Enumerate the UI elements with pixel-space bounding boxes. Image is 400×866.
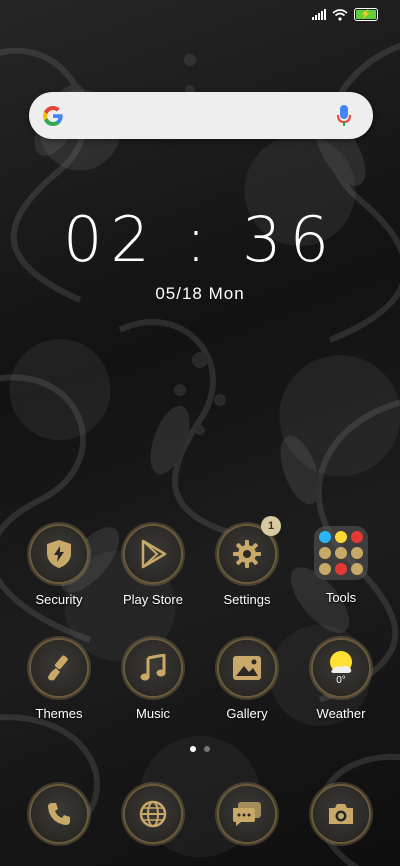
paintbrush-icon	[31, 640, 87, 696]
app-label: Tools	[325, 590, 357, 605]
page-dot-active[interactable]	[190, 746, 196, 752]
chat-icon	[219, 786, 275, 842]
app-label: Music	[136, 706, 170, 721]
app-themes[interactable]: Themes	[19, 640, 99, 721]
weather-sun-icon: 0°	[313, 640, 369, 696]
app-play-store[interactable]: Play Store	[113, 526, 193, 607]
image-icon	[219, 640, 275, 696]
play-store-icon	[125, 526, 181, 582]
dock-camera[interactable]	[301, 786, 381, 842]
clock-date[interactable]: 05/18 Mon	[0, 284, 400, 304]
dock-phone[interactable]	[19, 786, 99, 842]
folder-icon	[314, 526, 368, 580]
app-label: Themes	[35, 706, 83, 721]
app-weather[interactable]: 0° Weather	[301, 640, 381, 721]
status-bar: ⚡	[312, 8, 378, 21]
app-settings[interactable]: 1 Settings	[207, 516, 287, 607]
shield-bolt-icon	[31, 526, 87, 582]
microphone-icon[interactable]	[337, 105, 351, 127]
wifi-icon	[332, 8, 348, 21]
notification-badge: 1	[261, 516, 281, 536]
app-music[interactable]: Music	[113, 640, 193, 721]
page-dot[interactable]	[204, 746, 210, 752]
globe-icon	[125, 786, 181, 842]
app-security[interactable]: Security	[19, 526, 99, 607]
app-label: Gallery	[226, 706, 268, 721]
dock-browser[interactable]	[113, 786, 193, 842]
app-label: Play Store	[123, 592, 183, 607]
app-label: Security	[35, 592, 83, 607]
gear-icon: 1	[219, 516, 281, 582]
app-gallery[interactable]: Gallery	[207, 640, 287, 721]
camera-icon	[313, 786, 369, 842]
folder-tools[interactable]: Tools	[301, 526, 381, 605]
dock-messages[interactable]	[207, 786, 287, 842]
google-logo-icon	[43, 106, 63, 126]
app-label: Settings	[223, 592, 271, 607]
battery-charging-icon: ⚡	[354, 8, 378, 21]
weather-temperature: 0°	[336, 675, 346, 686]
page-indicator	[0, 746, 400, 752]
google-search-bar[interactable]	[29, 92, 373, 139]
clock-time[interactable]: 02 : 36	[0, 205, 400, 275]
app-label: Weather	[316, 706, 366, 721]
music-note-icon	[125, 640, 181, 696]
phone-icon	[31, 786, 87, 842]
signal-icon	[312, 9, 326, 20]
